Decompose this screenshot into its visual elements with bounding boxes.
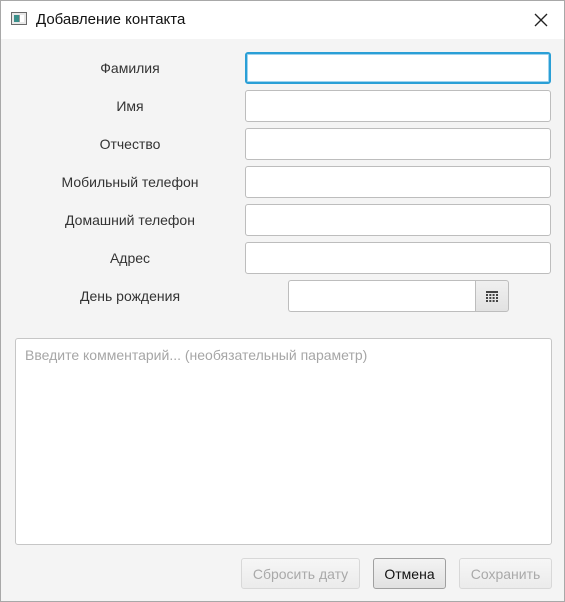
label-first-name: Имя: [116, 98, 144, 114]
app-window-icon: [11, 12, 27, 25]
label-surname: Фамилия: [100, 60, 160, 76]
window-title: Добавление контакта: [36, 11, 186, 28]
first-name-input[interactable]: [245, 90, 551, 122]
label-address: Адрес: [109, 250, 151, 266]
cancel-button[interactable]: Отмена: [373, 558, 446, 589]
comment-textarea[interactable]: Введите комментарий... (необязательный п…: [15, 338, 552, 545]
label-birthday: День рождения: [79, 288, 181, 304]
home-phone-input[interactable]: [245, 204, 551, 236]
title-bar[interactable]: Добавление контакта: [1, 1, 564, 39]
address-input[interactable]: [245, 242, 551, 274]
patronymic-input[interactable]: [245, 128, 551, 160]
surname-input[interactable]: [245, 52, 551, 84]
label-mobile-phone: Мобильный телефон: [61, 174, 199, 190]
label-home-phone: Домашний телефон: [65, 212, 195, 228]
close-icon: [534, 13, 548, 27]
birthday-date-input[interactable]: [288, 280, 475, 312]
date-picker-button[interactable]: [475, 280, 509, 312]
calendar-icon: [486, 290, 498, 302]
close-button[interactable]: [518, 1, 564, 39]
label-patronymic: Отчество: [99, 136, 161, 152]
dialog-window: Добавление контакта Фамилия Имя Отчество…: [0, 0, 565, 602]
save-button[interactable]: Сохранить: [459, 558, 552, 589]
reset-date-button[interactable]: Сбросить дату: [241, 558, 360, 589]
comment-placeholder: Введите комментарий... (необязательный п…: [25, 347, 368, 363]
mobile-phone-input[interactable]: [245, 166, 551, 198]
